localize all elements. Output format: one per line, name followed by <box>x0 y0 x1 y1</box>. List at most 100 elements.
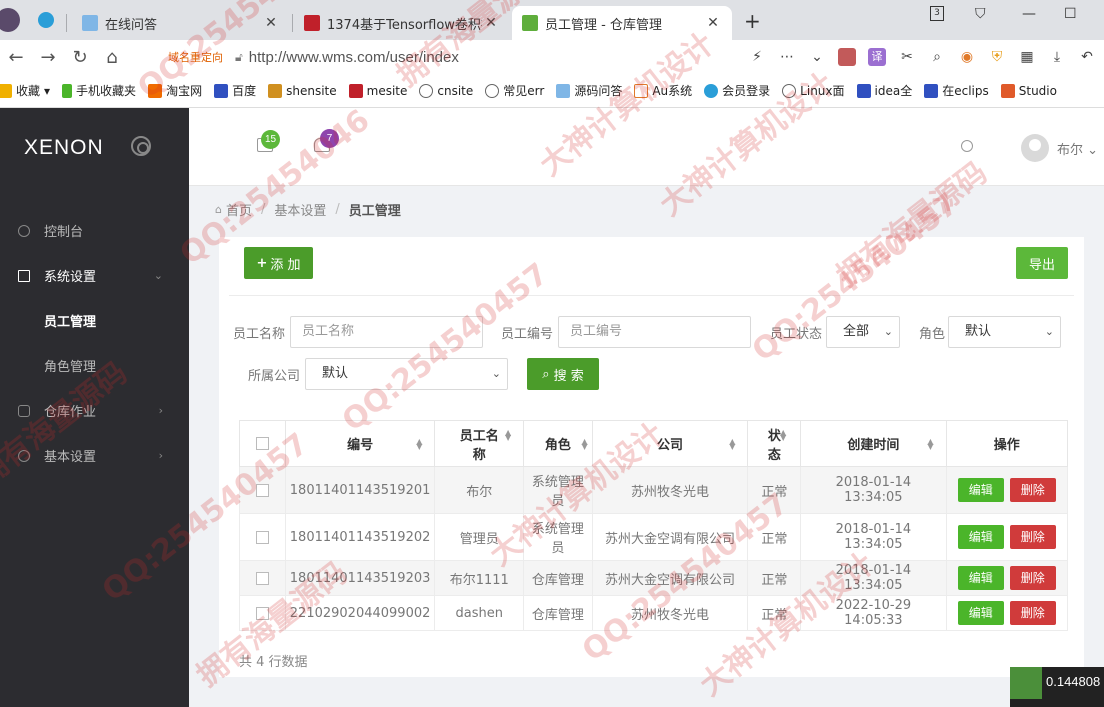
role-select[interactable]: 默认 ⌄ <box>948 316 1061 348</box>
minimize-icon[interactable]: — <box>1022 6 1036 22</box>
column-header-company[interactable]: 公司 ▲ ▼ <box>591 420 749 467</box>
shield-icon[interactable]: ⛨ <box>988 48 1006 66</box>
maximize-icon[interactable]: ☐ <box>1064 6 1077 22</box>
bookmark-item[interactable]: 会员登录 <box>704 82 770 99</box>
bookmark-item[interactable]: 源码问答 <box>556 82 622 99</box>
reader-icon[interactable] <box>838 48 856 66</box>
scissors-icon[interactable]: ✂ <box>898 48 916 66</box>
shirt-icon[interactable]: ⛉ <box>975 6 986 22</box>
sidebar-item-dashboard[interactable]: 控制台 <box>0 208 189 253</box>
company-select[interactable]: 默认 ⌄ <box>305 358 508 390</box>
sort-icon[interactable]: ▲ ▼ <box>927 438 933 451</box>
table-row[interactable]: 18011401143519203 布尔1111 仓库管理 苏州大金空调有限公司… <box>239 560 1068 596</box>
column-header-created[interactable]: 创建时间 ▲ ▼ <box>800 420 947 467</box>
employee-name-input[interactable]: 员工名称 <box>290 316 483 348</box>
delete-button[interactable]: 删除 <box>1009 478 1056 502</box>
corner-widget[interactable]: 0.144808 <box>1010 667 1104 707</box>
sidebar-item-basic[interactable]: 基本设置 › <box>0 433 189 478</box>
bookmark-item[interactable]: 手机收藏夹 <box>62 82 136 99</box>
chevron-down-icon[interactable]: ⌄ <box>808 48 826 66</box>
sort-icon[interactable]: ▲ ▼ <box>780 429 786 442</box>
close-icon[interactable]: ✕ <box>704 15 722 31</box>
bookmark-item[interactable]: 常见err <box>485 82 544 99</box>
more-icon[interactable]: ⋯ <box>778 48 796 66</box>
bookmark-item[interactable]: 收藏 ▾ <box>0 82 50 99</box>
user-menu[interactable]: 布尔 ⌄ <box>1057 139 1098 158</box>
download-icon[interactable]: ⤓ <box>1048 48 1066 66</box>
domain-redirect-label[interactable]: 域名重定向 <box>168 49 223 65</box>
sort-icon[interactable]: ▲ ▼ <box>416 438 422 451</box>
sidebar-item-system[interactable]: 系统设置 ⌄ <box>0 253 189 298</box>
bookmark-item[interactable]: 淘宝网 <box>148 82 202 99</box>
insecure-icon[interactable]: 🔓︎ <box>235 50 243 65</box>
bookmark-item[interactable]: cnsite <box>419 83 473 98</box>
delete-button[interactable]: 删除 <box>1009 525 1056 549</box>
row-checkbox[interactable] <box>255 606 269 620</box>
forward-icon[interactable]: → <box>32 47 64 68</box>
sort-icon[interactable]: ▲ ▼ <box>729 438 735 451</box>
lightning-icon[interactable]: ⚡︎ <box>748 48 766 66</box>
column-header-name[interactable]: 员工名称 ▲ ▼ <box>434 420 525 467</box>
sort-icon[interactable]: ▲ ▼ <box>582 438 588 451</box>
search-icon[interactable]: ⌕ <box>928 48 946 66</box>
new-tab-icon[interactable]: + <box>744 9 761 33</box>
table-row[interactable]: 18011401143519202 管理员 系统管理员 苏州大金空调有限公司 正… <box>239 513 1068 561</box>
translate-icon[interactable]: 译 <box>868 48 886 66</box>
close-icon[interactable]: ✕ <box>262 15 280 31</box>
delete-button[interactable]: 删除 <box>1009 566 1056 590</box>
row-checkbox[interactable] <box>255 483 269 497</box>
bookmark-item[interactable]: Linux面 <box>782 82 845 99</box>
search-button[interactable]: ⌕ 搜 索 <box>527 358 599 390</box>
column-header-code[interactable]: 编号 ▲ ▼ <box>284 420 436 467</box>
table-row[interactable]: 22102902044099002 dashen 仓库管理 苏州牧冬光电 正常 … <box>239 595 1068 631</box>
add-button[interactable]: + 添 加 <box>244 247 313 279</box>
url-field[interactable]: http://www.wms.com/user/index <box>249 49 459 66</box>
bookmark-item[interactable]: idea全 <box>856 82 912 99</box>
export-button[interactable]: 导出 <box>1016 247 1068 279</box>
gear-icon[interactable] <box>131 136 151 156</box>
employee-code-input[interactable]: 员工编号 <box>558 316 751 348</box>
employee-status-select[interactable]: 全部 ⌄ <box>826 316 900 348</box>
edit-button[interactable]: 编辑 <box>957 478 1004 502</box>
close-icon[interactable]: ✕ <box>482 15 500 31</box>
breadcrumb-basic-settings[interactable]: 基本设置 <box>274 200 326 219</box>
browser-tab-active[interactable]: 员工管理 - 仓库管理 ✕ <box>512 6 732 40</box>
apps-icon[interactable]: ▦ <box>1018 48 1036 66</box>
reload-icon[interactable]: ↻ <box>64 47 96 68</box>
sidebar-item-employee[interactable]: 员工管理 <box>0 298 189 343</box>
home-icon[interactable]: ⌂ <box>96 47 128 68</box>
edit-button[interactable]: 编辑 <box>957 566 1004 590</box>
bookmark-item[interactable]: mesite <box>348 83 407 98</box>
mail-badge: 15 <box>261 130 280 149</box>
tab-count-icon[interactable]: 3 <box>930 6 944 21</box>
sort-icon[interactable]: ▲ ▼ <box>505 429 511 442</box>
search-icon[interactable] <box>961 140 973 152</box>
row-checkbox[interactable] <box>255 530 269 544</box>
browser-tab-tensorflow[interactable]: 1374基于Tensorflow卷积神经 ✕ <box>294 6 510 40</box>
back-icon[interactable]: ← <box>0 47 32 68</box>
gamepad-icon[interactable]: ◉ <box>958 48 976 66</box>
telegram-icon[interactable] <box>38 12 54 28</box>
breadcrumb-home[interactable]: 首页 <box>226 200 252 219</box>
bookmark-item[interactable]: Studio <box>1000 83 1057 98</box>
column-header-role[interactable]: 角色 ▲ ▼ <box>523 420 593 467</box>
table-row[interactable]: 18011401143519201 布尔 系统管理员 苏州牧冬光电 正常 201… <box>239 466 1068 514</box>
column-header-status[interactable]: 状态 ▲ ▼ <box>747 420 802 467</box>
profile-avatar[interactable] <box>0 8 20 32</box>
select-all-checkbox[interactable] <box>255 437 269 450</box>
edit-button[interactable]: 编辑 <box>957 601 1004 625</box>
delete-button[interactable]: 删除 <box>1009 601 1056 625</box>
cell-name: 布尔 <box>434 466 525 514</box>
sidebar-item-role[interactable]: 角色管理 <box>0 343 189 388</box>
undo-icon[interactable]: ↶ <box>1078 48 1096 66</box>
bookmark-item[interactable]: Au系统 <box>634 82 692 99</box>
bookmark-item[interactable]: 百度 <box>214 82 256 99</box>
sidebar-item-warehouse[interactable]: 仓库作业 › <box>0 388 189 433</box>
bookmark-item[interactable]: shensite <box>268 83 337 98</box>
browser-tab-qa[interactable]: 在线问答 ✕ <box>72 6 290 40</box>
bookmark-item[interactable]: 在eclips <box>924 82 989 99</box>
row-checkbox[interactable] <box>255 571 269 585</box>
chevron-down-icon: ⌄ <box>1087 143 1099 158</box>
edit-button[interactable]: 编辑 <box>957 525 1004 549</box>
avatar[interactable] <box>1021 134 1049 162</box>
